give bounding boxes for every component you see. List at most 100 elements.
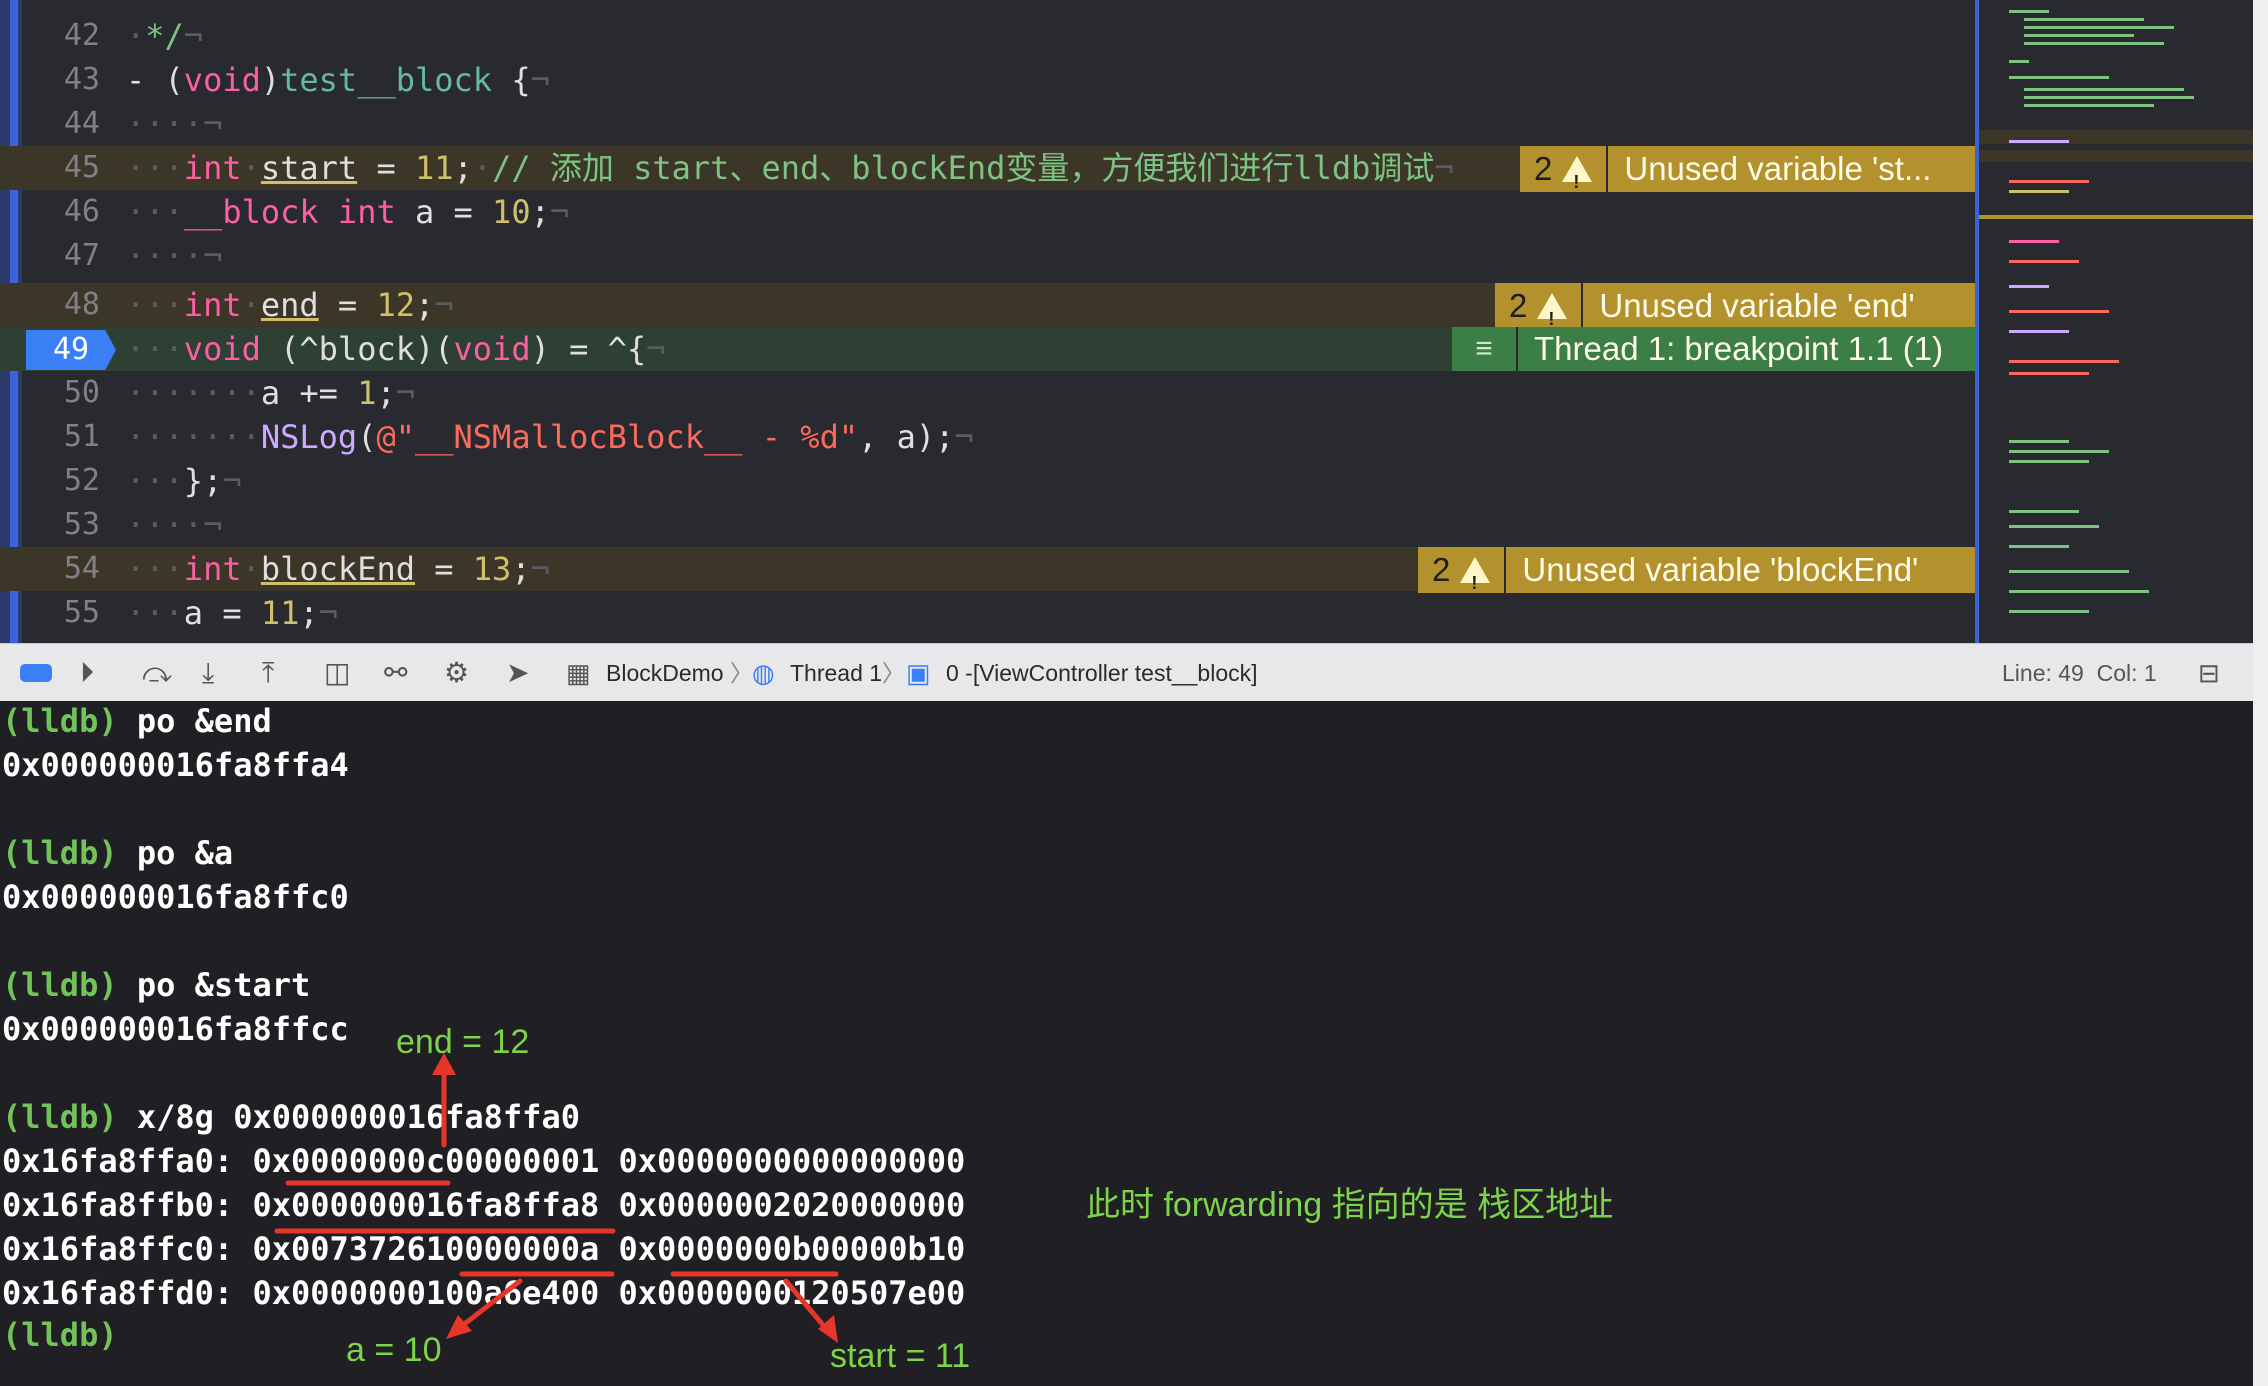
- line-number[interactable]: 54: [30, 547, 100, 591]
- view-hierarchy-icon[interactable]: ◫: [324, 658, 350, 688]
- breadcrumb-separator-icon: 〉: [882, 660, 905, 686]
- number-literal: 12: [376, 286, 415, 324]
- semicolon: ;: [376, 374, 396, 412]
- warning-banner-start[interactable]: 2 Unused variable 'st...: [1520, 146, 1975, 205]
- breakpoints-toggle-button[interactable]: [20, 664, 52, 682]
- code-line-47[interactable]: ····¬: [126, 234, 222, 278]
- line-number[interactable]: 48: [30, 283, 100, 327]
- warning-icon: [1537, 293, 1568, 342]
- line-number[interactable]: 52: [30, 459, 100, 503]
- brace: {: [492, 61, 531, 99]
- breadcrumb-target[interactable]: BlockDemo: [606, 657, 724, 689]
- environment-overrides-icon[interactable]: ⚙: [444, 658, 469, 688]
- string-literal: @"__NSMallocBlock__ - %d": [376, 418, 859, 456]
- code-line-52[interactable]: ···};¬: [126, 459, 242, 503]
- operator: =: [414, 550, 473, 588]
- line-number[interactable]: 53: [30, 503, 100, 547]
- code-comment: */: [145, 17, 184, 55]
- line-number[interactable]: 45: [30, 146, 100, 190]
- statement: a =: [183, 594, 261, 632]
- issue-count: 2: [1495, 283, 1584, 342]
- arrow-start-line: [783, 1278, 831, 1334]
- keyword: void: [183, 330, 261, 368]
- code-line-55[interactable]: ···a = 11;¬: [126, 591, 338, 635]
- number-literal: 10: [492, 193, 531, 231]
- keyword: void: [183, 61, 261, 99]
- app-target-icon: ▦: [566, 658, 591, 688]
- number-literal: 11: [414, 149, 454, 187]
- line-number[interactable]: 46: [30, 190, 100, 234]
- breakpoint-marker[interactable]: 49: [26, 330, 116, 370]
- list-icon: ≡: [1452, 327, 1518, 371]
- breadcrumb-separator-icon: 〉: [730, 660, 753, 686]
- breadcrumb-thread[interactable]: Thread 1: [790, 657, 882, 689]
- code-line-42[interactable]: ·*/¬: [126, 14, 203, 58]
- step-into-icon[interactable]: ⤓: [202, 658, 214, 688]
- method-dash: - (: [126, 61, 184, 99]
- window-edge: [2253, 0, 2268, 1386]
- annotation-forwarding: 此时 forwarding 指向的是 栈区地址: [1086, 1186, 1614, 1224]
- code-line-46[interactable]: ···__block int a = 10;¬: [126, 190, 569, 234]
- code-comment: // 添加 start、end、blockEnd变量，方便我们进行lldb调试: [492, 149, 1435, 187]
- semicolon: ;: [511, 550, 531, 588]
- code-line-44[interactable]: ····¬: [126, 102, 222, 146]
- code-line-50[interactable]: ·······a += 1;¬: [126, 371, 415, 415]
- line-number[interactable]: 51: [30, 415, 100, 459]
- operator: =: [357, 149, 415, 187]
- simulate-location-icon[interactable]: ➤: [506, 658, 529, 688]
- line-number[interactable]: 47: [30, 234, 100, 278]
- continue-icon[interactable]: ⏵: [80, 658, 94, 688]
- warning-banner-end[interactable]: 2 Unused variable 'end': [1495, 283, 1975, 342]
- annotation-overlay: [274, 1053, 839, 1343]
- code-line-43[interactable]: - (void)test__block {¬: [126, 58, 550, 102]
- block-declaration: (^block)(: [260, 330, 454, 368]
- warning-banner-blockend[interactable]: 2 Unused variable 'blockEnd': [1418, 547, 1975, 606]
- breakpoint-banner[interactable]: ≡ Thread 1: breakpoint 1.1 (1): [1452, 327, 1975, 371]
- issue-message: Unused variable 'end': [1599, 287, 1915, 324]
- cursor-position: Line: 49 Col: 1: [2002, 660, 2157, 686]
- annotation-end: end = 12: [396, 1023, 530, 1061]
- keyword: __block int: [183, 193, 396, 231]
- issue-count: 2: [1418, 547, 1507, 606]
- breakpoint-message: Thread 1: breakpoint 1.1 (1): [1534, 330, 1944, 367]
- source-editor[interactable]: 4243444546474849505152535455 49 ·*/¬ - (…: [0, 0, 2268, 643]
- line-number[interactable]: 42: [30, 14, 100, 58]
- paren: (: [357, 418, 377, 456]
- lldb-console[interactable]: (lldb) po &end 0x000000016fa8ffa4 (lldb) p…: [0, 701, 2268, 1386]
- paren: ): [260, 61, 281, 99]
- breadcrumb-frame[interactable]: 0 -[ViewController test__block]: [946, 657, 1258, 689]
- arrow-a-line: [455, 1278, 523, 1332]
- code-line-48[interactable]: ···int·end = 12;¬: [126, 283, 454, 327]
- keyword: int: [183, 149, 242, 187]
- step-out-icon[interactable]: ⤒: [262, 658, 274, 688]
- line-number[interactable]: 55: [30, 591, 100, 635]
- statement: a +=: [260, 374, 358, 412]
- semicolon: ;: [299, 594, 319, 632]
- hide-console-icon[interactable]: ⊟: [2198, 658, 2220, 688]
- function-nslog: NSLog: [260, 418, 358, 456]
- number-literal: 1: [357, 374, 377, 412]
- code-line-54[interactable]: ···int·blockEnd = 13;¬: [126, 547, 550, 591]
- annotation-a: a = 10: [346, 1331, 442, 1369]
- memory-graph-icon[interactable]: ⚯: [384, 658, 407, 688]
- number-literal: 13: [472, 550, 512, 588]
- code-line-53[interactable]: ····¬: [126, 503, 222, 547]
- method-name: test__block: [280, 61, 493, 99]
- line-number[interactable]: 50: [30, 371, 100, 415]
- code-line-49[interactable]: ···void (^block)(void) = ^{¬: [126, 327, 665, 371]
- operator: =: [318, 286, 377, 324]
- code-line-51[interactable]: ·······NSLog(@"__NSMallocBlock__ - %d", …: [126, 415, 974, 459]
- variable-a: a =: [395, 193, 493, 231]
- line-number[interactable]: 44: [30, 102, 100, 146]
- warning-icon: [1460, 557, 1491, 606]
- annotation-start: start = 11: [830, 1337, 971, 1375]
- minimap[interactable]: [1975, 0, 2268, 643]
- keyword: int: [183, 286, 242, 324]
- issue-message: Unused variable 'st...: [1624, 150, 1932, 187]
- user-frame-icon: ▣: [906, 658, 931, 688]
- issue-message: Unused variable 'blockEnd': [1522, 551, 1919, 588]
- code-line-45[interactable]: ···int·start = 11;·// 添加 start、end、block…: [126, 146, 1454, 190]
- step-over-icon[interactable]: ⤼: [142, 658, 172, 688]
- semicolon: ;: [453, 149, 473, 187]
- line-number[interactable]: 43: [30, 58, 100, 102]
